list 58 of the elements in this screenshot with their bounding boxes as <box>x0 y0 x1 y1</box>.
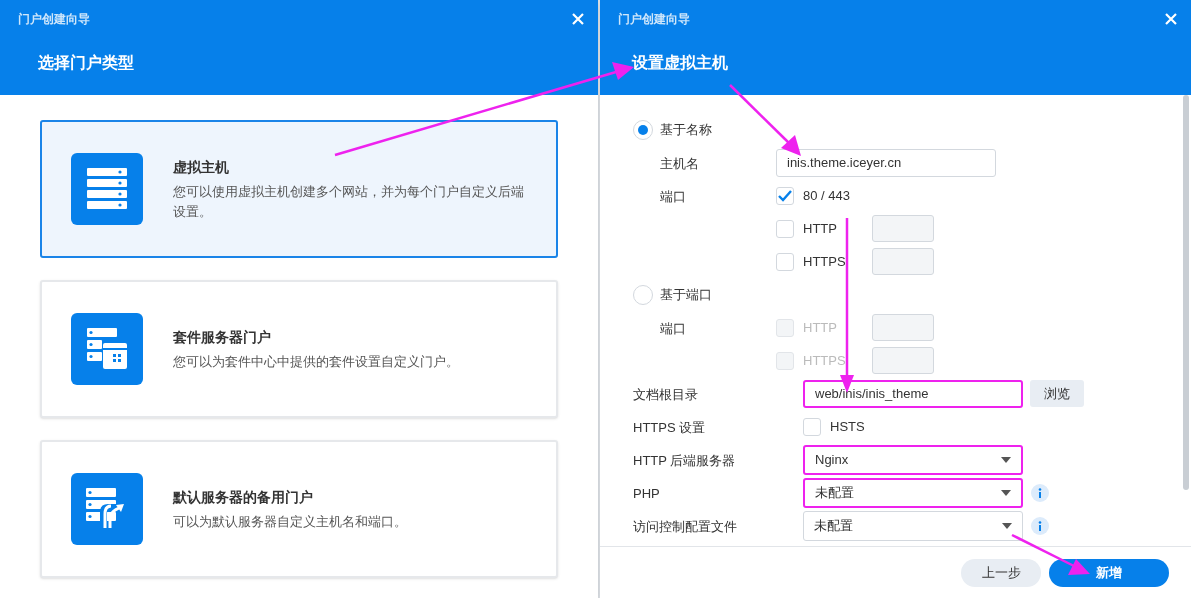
radio-label: 基于端口 <box>660 285 712 304</box>
checkbox-label: HTTPS <box>803 252 847 271</box>
server-icon <box>87 168 127 210</box>
field-label: HTTP 后端服务器 <box>633 452 736 468</box>
checkbox-label: HTTPS <box>803 351 847 370</box>
port-field[interactable] <box>872 314 934 341</box>
field-label: HTTPS 设置 <box>633 419 706 435</box>
card-title: 默认服务器的备用门户 <box>173 487 314 507</box>
card-description: 可以为默认服务器自定义主机名和端口。 <box>173 512 407 531</box>
text-field[interactable]: web/inis/inis_theme <box>803 379 1023 408</box>
dropdown[interactable]: 未配置 <box>803 477 1023 508</box>
dialog-heading: 设置虚拟主机 <box>632 53 728 73</box>
radio-button[interactable] <box>633 284 653 305</box>
radio-label: 基于名称 <box>660 120 712 139</box>
checkbox[interactable] <box>776 219 794 238</box>
portal-type-card[interactable]: 套件服务器门户 您可以为套件中心中提供的套件设置自定义门户。 <box>40 280 558 418</box>
close-icon[interactable] <box>572 12 584 25</box>
field-label: 主机名 <box>660 155 699 171</box>
info-icon[interactable] <box>1031 483 1049 502</box>
field-label: 访问控制配置文件 <box>633 518 737 534</box>
window-title: 门户创建向导 <box>618 10 690 28</box>
card-description: 您可以使用虚拟主机创建多个网站，并为每个门户自定义后端设置。 <box>173 182 525 221</box>
checkbox-label: HTTP <box>803 318 838 337</box>
close-icon[interactable] <box>1165 12 1177 25</box>
caret-icon <box>1001 489 1011 496</box>
scrollbar[interactable] <box>1183 95 1189 490</box>
browse-button[interactable]: 浏览 <box>1030 380 1084 407</box>
checkbox[interactable] <box>776 186 794 205</box>
checkbox-label: HTTP <box>803 219 838 238</box>
port-field[interactable] <box>872 215 934 242</box>
dropdown[interactable]: 未配置 <box>803 510 1023 541</box>
portal-type-card[interactable]: 虚拟主机 您可以使用虚拟主机创建多个网站，并为每个门户自定义后端设置。 <box>40 120 558 258</box>
caret-icon <box>1001 456 1011 463</box>
window-title: 门户创建向导 <box>18 10 90 28</box>
field-label: 端口 <box>660 320 686 336</box>
checkbox-label: 80 / 443 <box>803 186 851 205</box>
checkbox[interactable] <box>803 417 821 436</box>
field-label: 端口 <box>660 188 686 204</box>
field-label: PHP <box>633 485 660 501</box>
portal-type-card[interactable]: 默认服务器的备用门户 可以为默认服务器自定义主机名和端口。 <box>40 440 558 578</box>
back-button[interactable]: 上一步 <box>961 558 1041 587</box>
port-field[interactable] <box>872 347 934 374</box>
card-title: 套件服务器门户 <box>173 327 272 347</box>
dropdown[interactable]: Nginx <box>803 444 1023 475</box>
dialog-heading: 选择门户类型 <box>38 53 134 73</box>
card-title: 虚拟主机 <box>173 157 230 177</box>
radio-button[interactable] <box>633 119 653 140</box>
caret-icon <box>1002 522 1012 529</box>
port-field[interactable] <box>872 248 934 275</box>
text-field[interactable]: inis.theme.iceyer.cn <box>776 148 996 177</box>
card-description: 您可以为套件中心中提供的套件设置自定义门户。 <box>173 352 459 371</box>
server-window-icon <box>87 328 127 370</box>
add-button[interactable]: 新增 <box>1049 558 1169 587</box>
field-label: 文档根目录 <box>633 386 698 402</box>
checkbox-label: HSTS <box>830 417 866 436</box>
checkbox[interactable] <box>776 252 794 271</box>
info-icon[interactable] <box>1031 516 1049 535</box>
annotation-arrow <box>729 84 801 156</box>
